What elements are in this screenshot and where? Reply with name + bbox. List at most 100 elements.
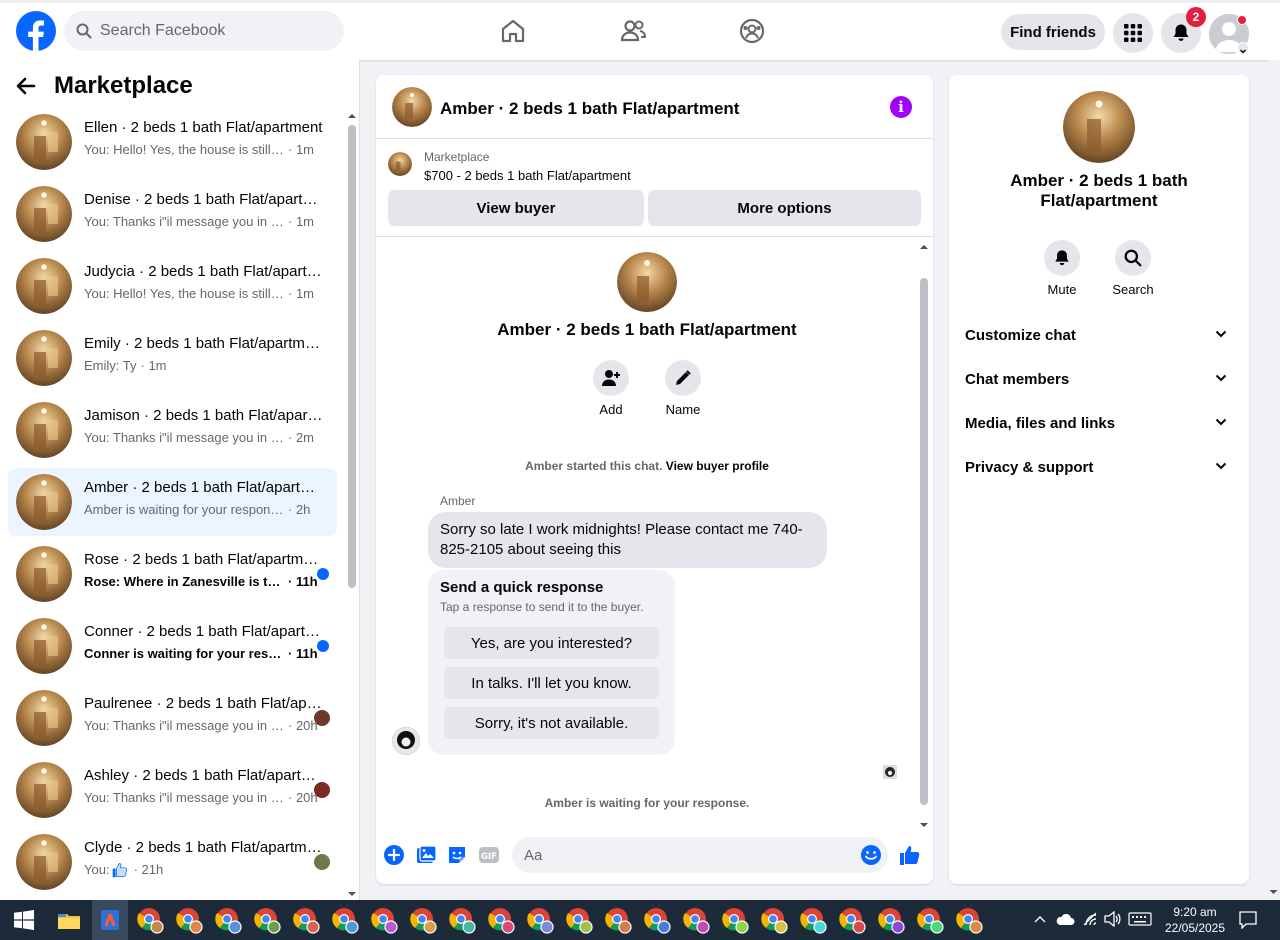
conversation-item[interactable]: Ashley · 2 beds 1 bath Flat/apartment You…: [8, 756, 337, 824]
friends-icon[interactable]: [619, 17, 647, 45]
notification-center-icon[interactable]: [1239, 911, 1257, 929]
windows-start-icon[interactable]: [14, 910, 34, 930]
cloud-icon[interactable]: [1055, 912, 1075, 926]
thumbs-up-icon[interactable]: [899, 844, 921, 866]
chrome-browser-icon[interactable]: [448, 906, 476, 934]
message-bubble[interactable]: Sorry so late I work midnights! Please c…: [428, 512, 827, 568]
plus-circle-icon[interactable]: [383, 844, 405, 866]
home-icon[interactable]: [499, 17, 527, 45]
chat-title[interactable]: Amber · 2 beds 1 bath Flat/apartment: [440, 99, 739, 119]
volume-icon[interactable]: [1104, 911, 1122, 927]
more-options-button[interactable]: More options: [648, 190, 921, 226]
windows-taskbar: 9:20 am 22/05/2025: [0, 900, 1280, 940]
sender-name: Amber: [440, 494, 476, 508]
chrome-browser-icon[interactable]: [292, 906, 320, 934]
scroll-down-arrow-icon[interactable]: [347, 890, 357, 898]
chrome-browser-icon[interactable]: [877, 906, 905, 934]
facebook-logo-icon[interactable]: [16, 11, 56, 51]
scroll-down-arrow-icon[interactable]: [918, 821, 930, 829]
chat-members-section[interactable]: Chat members: [957, 360, 1241, 400]
conversation-item[interactable]: Denise · 2 beds 1 bath Flat/apartment You…: [8, 180, 337, 248]
conversation-name: Denise · 2 beds 1 bath Flat/apartment: [84, 191, 324, 208]
privacy-support-section[interactable]: Privacy & support: [957, 448, 1241, 488]
chrome-browser-icon[interactable]: [955, 906, 983, 934]
chrome-browser-icon[interactable]: [487, 906, 515, 934]
edit-name-action[interactable]: Name: [648, 360, 718, 417]
chrome-browser-icon[interactable]: [370, 906, 398, 934]
search-bar[interactable]: [64, 11, 344, 51]
conversation-item[interactable]: Judycia · 2 beds 1 bath Flat/apartment Yo…: [8, 252, 337, 320]
chrome-browser-icon[interactable]: [409, 906, 437, 934]
back-arrow-icon[interactable]: [16, 76, 36, 96]
chrome-browser-icon[interactable]: [643, 906, 671, 934]
sidebar-scrollbar[interactable]: [347, 112, 357, 898]
scroll-up-arrow-icon[interactable]: [347, 112, 357, 120]
app-icon[interactable]: [96, 906, 124, 934]
quick-response-button[interactable]: In talks. I'll let you know.: [444, 667, 659, 699]
chrome-browser-icon[interactable]: [214, 906, 242, 934]
chrome-browser-icon[interactable]: [799, 906, 827, 934]
quick-response-button[interactable]: Sorry, it's not available.: [444, 707, 659, 739]
menu-button[interactable]: [1113, 13, 1153, 53]
add-people-action[interactable]: Add: [576, 360, 646, 417]
wifi-icon[interactable]: [1082, 911, 1098, 927]
system-clock[interactable]: 9:20 am 22/05/2025: [1160, 904, 1230, 936]
chrome-browser-icon[interactable]: [760, 906, 788, 934]
quick-response-button[interactable]: Yes, are you interested?: [444, 627, 659, 659]
search-in-chat-action[interactable]: Search: [1103, 240, 1163, 297]
page-scrollbar[interactable]: [1267, 60, 1280, 900]
chrome-browser-icon[interactable]: [838, 906, 866, 934]
scrollbar-thumb[interactable]: [348, 125, 356, 588]
info-icon[interactable]: i: [890, 96, 912, 118]
chevron-down-icon: [1215, 462, 1227, 470]
conversation-item[interactable]: Clyde · 2 beds 1 bath Flat/apartment You:…: [8, 828, 337, 896]
scrollbar-thumb[interactable]: [920, 278, 928, 805]
mute-action[interactable]: Mute: [1032, 240, 1092, 297]
chat-header: Amber · 2 beds 1 bath Flat/apartment i: [376, 75, 933, 139]
customize-chat-section[interactable]: Customize chat: [957, 316, 1241, 356]
sticker-icon[interactable]: [446, 844, 468, 866]
groups-icon[interactable]: [738, 17, 766, 45]
conversation-item[interactable]: Emily · 2 beds 1 bath Flat/apartment Emil…: [8, 324, 337, 392]
file-explorer-icon[interactable]: [55, 906, 83, 934]
chrome-browser-icon[interactable]: [175, 906, 203, 934]
listing-thumbnail[interactable]: [392, 87, 432, 127]
chrome-browser-icon[interactable]: [721, 906, 749, 934]
chat-scrollbar[interactable]: [918, 239, 930, 827]
emoji-icon[interactable]: [860, 844, 882, 866]
sender-avatar[interactable]: [392, 727, 420, 755]
account-chevron-icon[interactable]: [1237, 42, 1249, 54]
gif-icon[interactable]: GIF: [478, 844, 500, 866]
media-files-links-section[interactable]: Media, files and links: [957, 404, 1241, 444]
chrome-browser-icon[interactable]: [604, 906, 632, 934]
conversation-item[interactable]: Rose · 2 beds 1 bath Flat/apartment Rose:…: [8, 540, 337, 608]
chevron-up-icon[interactable]: [1034, 914, 1046, 924]
photo-icon[interactable]: [415, 844, 437, 866]
view-buyer-profile-link[interactable]: View buyer profile: [666, 459, 769, 473]
chrome-browser-icon[interactable]: [682, 906, 710, 934]
search-input[interactable]: [100, 22, 320, 40]
chrome-browser-icon[interactable]: [331, 906, 359, 934]
keyboard-icon[interactable]: [1128, 912, 1152, 926]
chrome-browser-icon[interactable]: [526, 906, 554, 934]
conversation-item[interactable]: Amber · 2 beds 1 bath Flat/apartment Ambe…: [8, 468, 337, 536]
conversation-item[interactable]: Jamison · 2 beds 1 bath Flat/apartment Yo…: [8, 396, 337, 464]
conversation-time: · 2h: [288, 502, 311, 517]
chrome-browser-icon[interactable]: [136, 906, 164, 934]
conversation-item[interactable]: Conner · 2 beds 1 bath Flat/apartment Con…: [8, 612, 337, 680]
scroll-down-arrow-icon[interactable]: [1267, 888, 1280, 896]
chat-started-notice: Amber started this chat. View buyer prof…: [376, 459, 918, 473]
conversation-item[interactable]: Ellen · 2 beds 1 bath Flat/apartment You:…: [8, 108, 337, 176]
message-input[interactable]: [512, 837, 888, 873]
find-friends-button[interactable]: Find friends: [1001, 14, 1105, 50]
view-buyer-button[interactable]: View buyer: [388, 190, 644, 226]
thumbs-up-icon: [112, 863, 127, 878]
conversation-item[interactable]: Paulrenee · 2 beds 1 bath Flat/apartment…: [8, 684, 337, 752]
conversation-preview: You: Thanks i"il message you in a moment…: [84, 790, 318, 805]
conversation-name: Rose · 2 beds 1 bath Flat/apartment: [84, 551, 324, 568]
scroll-up-arrow-icon[interactable]: [918, 243, 930, 251]
chrome-browser-icon[interactable]: [253, 906, 281, 934]
chrome-browser-icon[interactable]: [565, 906, 593, 934]
chrome-browser-icon[interactable]: [916, 906, 944, 934]
bell-icon: [1173, 24, 1189, 41]
